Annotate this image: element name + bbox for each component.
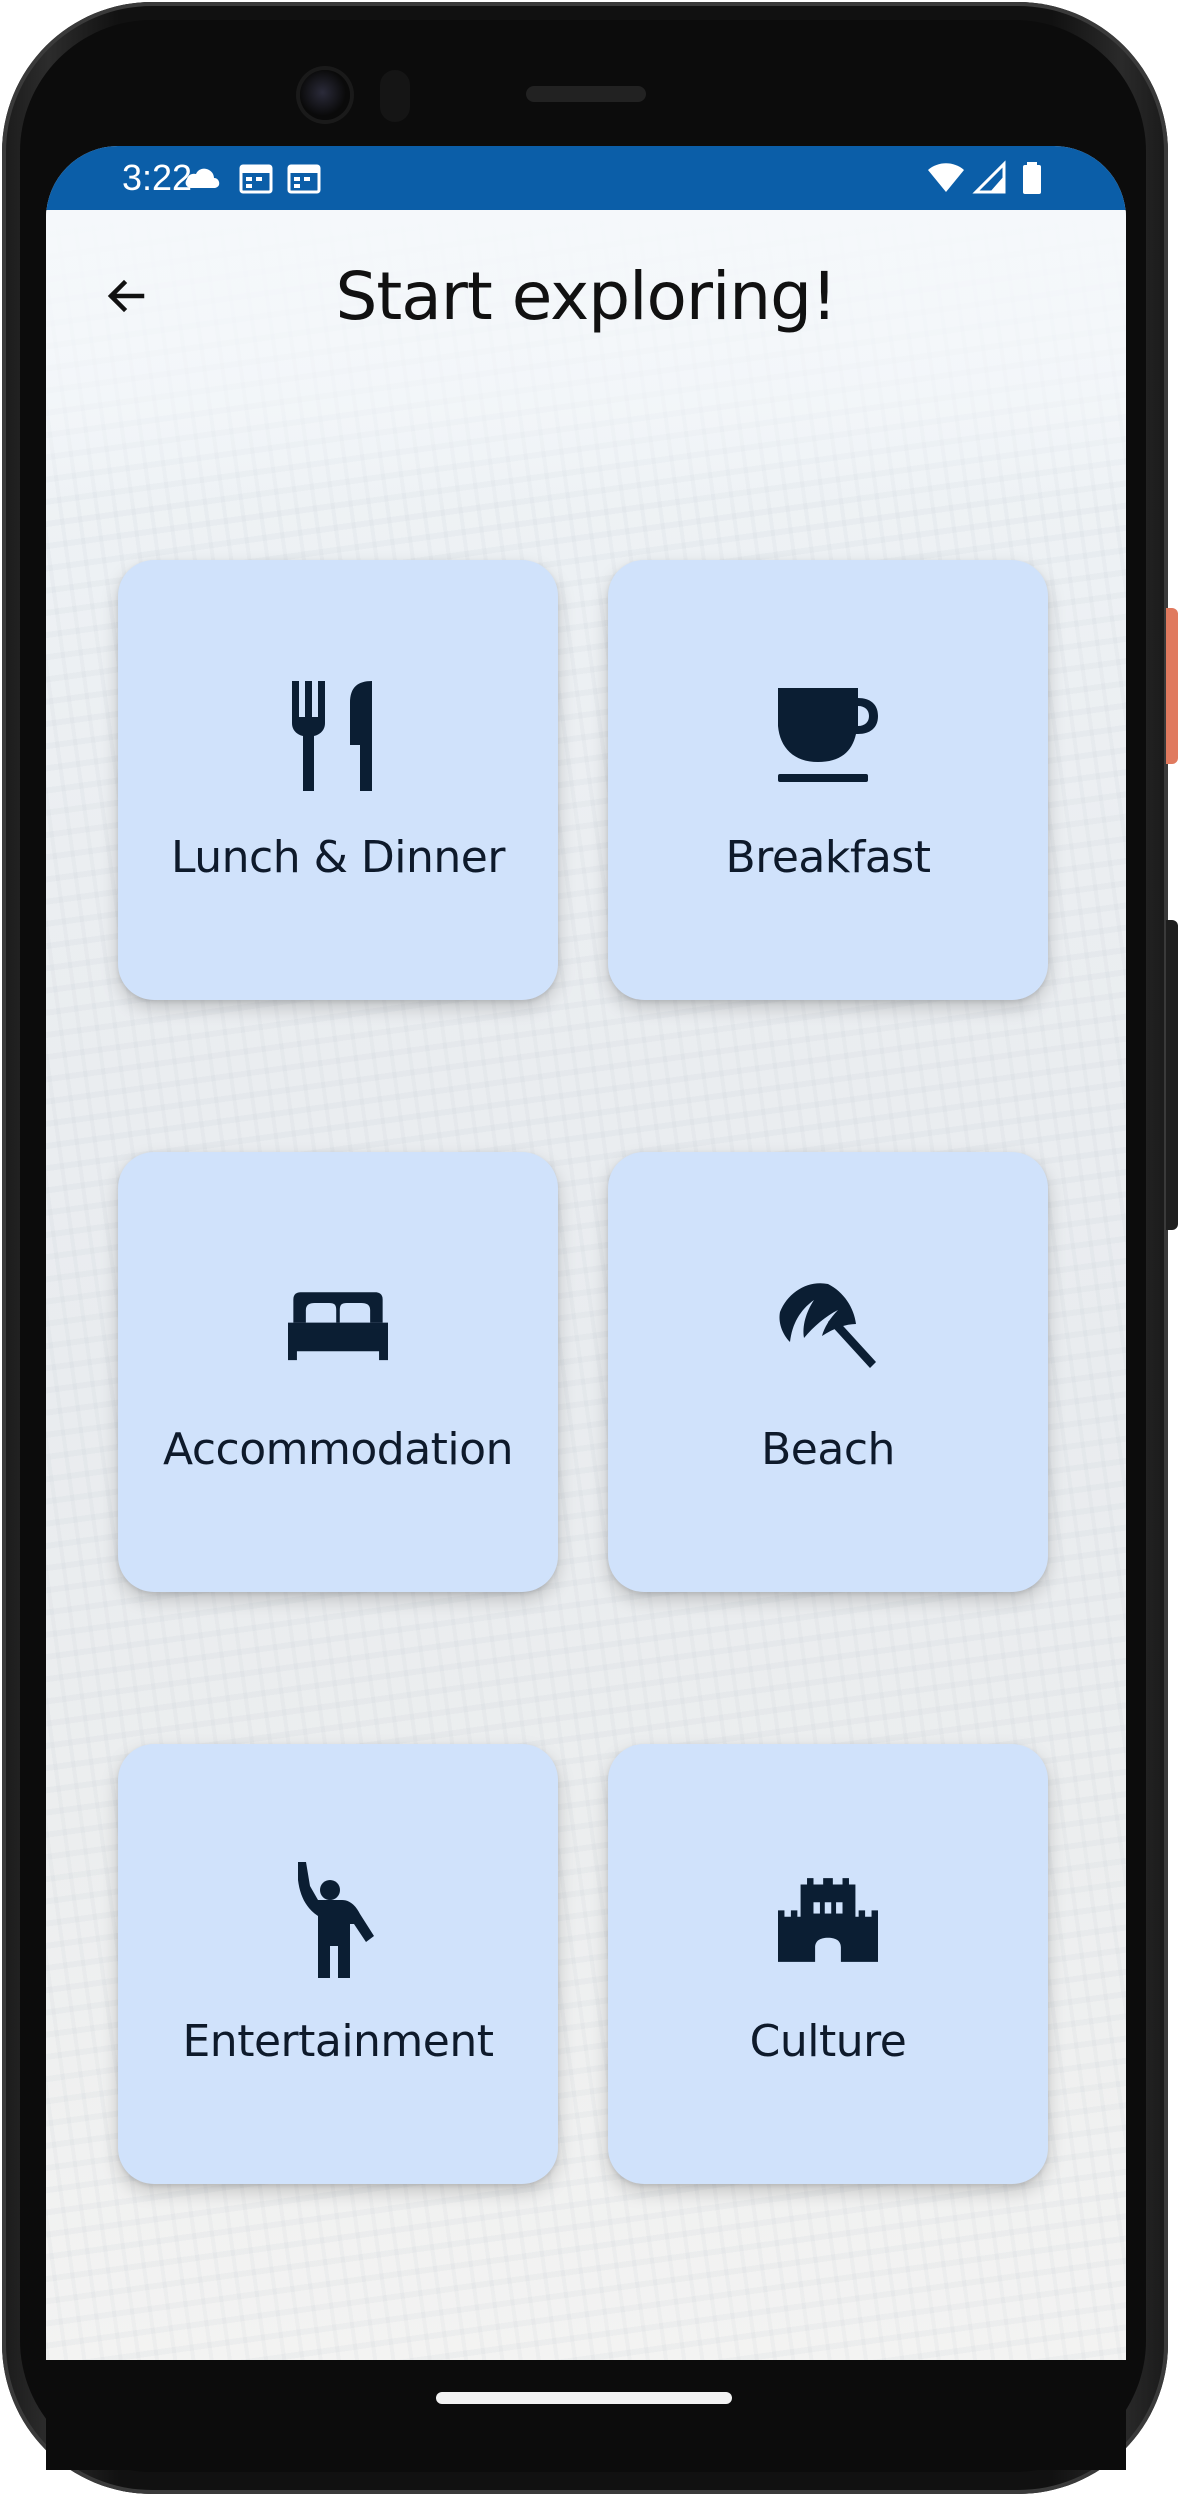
proximity-sensor (380, 70, 410, 122)
category-card-beach[interactable]: Beach (608, 1152, 1048, 1592)
back-button[interactable] (86, 256, 166, 336)
castle-icon (778, 1878, 878, 1962)
calendar-icon (239, 164, 273, 194)
status-bar: 3:22 (46, 146, 1126, 210)
wifi-icon (928, 163, 964, 192)
battery-icon (1023, 162, 1041, 194)
fork-knife-icon (292, 681, 372, 791)
cellular-signal-icon (972, 160, 1006, 194)
cloud-icon (185, 168, 220, 188)
category-label: Beach (761, 1424, 895, 1475)
calendar-icon (287, 164, 321, 194)
coffee-cup-icon (778, 688, 878, 782)
category-card-culture[interactable]: Culture (608, 1744, 1048, 2184)
home-indicator[interactable] (436, 2392, 732, 2404)
bed-icon (288, 1292, 388, 1361)
category-label: Breakfast (725, 832, 931, 883)
screen: 3:22 Start exploring! Lunch & Dinner Bre… (46, 146, 1126, 2360)
volume-button (1166, 920, 1178, 1230)
beach-umbrella-icon (779, 1283, 876, 1368)
bottom-bezel (46, 2360, 1126, 2470)
category-card-accommodation[interactable]: Accommodation (118, 1152, 558, 1592)
person-waving-icon (298, 1862, 374, 1978)
category-card-lunch-dinner[interactable]: Lunch & Dinner (118, 560, 558, 1000)
earpiece-speaker (526, 86, 646, 102)
category-label: Lunch & Dinner (171, 832, 505, 883)
front-camera (300, 70, 350, 120)
power-button (1166, 608, 1178, 764)
category-label: Culture (749, 2016, 907, 2067)
phone-page: 3:22 Start exploring! Lunch & Dinner Bre… (0, 0, 1178, 2498)
category-label: Entertainment (182, 2016, 495, 2067)
category-card-breakfast[interactable]: Breakfast (608, 560, 1048, 1000)
page-title: Start exploring! (335, 258, 838, 335)
category-card-entertainment[interactable]: Entertainment (118, 1744, 558, 2184)
arrow-left-icon (107, 279, 145, 313)
category-label: Accommodation (163, 1424, 513, 1475)
